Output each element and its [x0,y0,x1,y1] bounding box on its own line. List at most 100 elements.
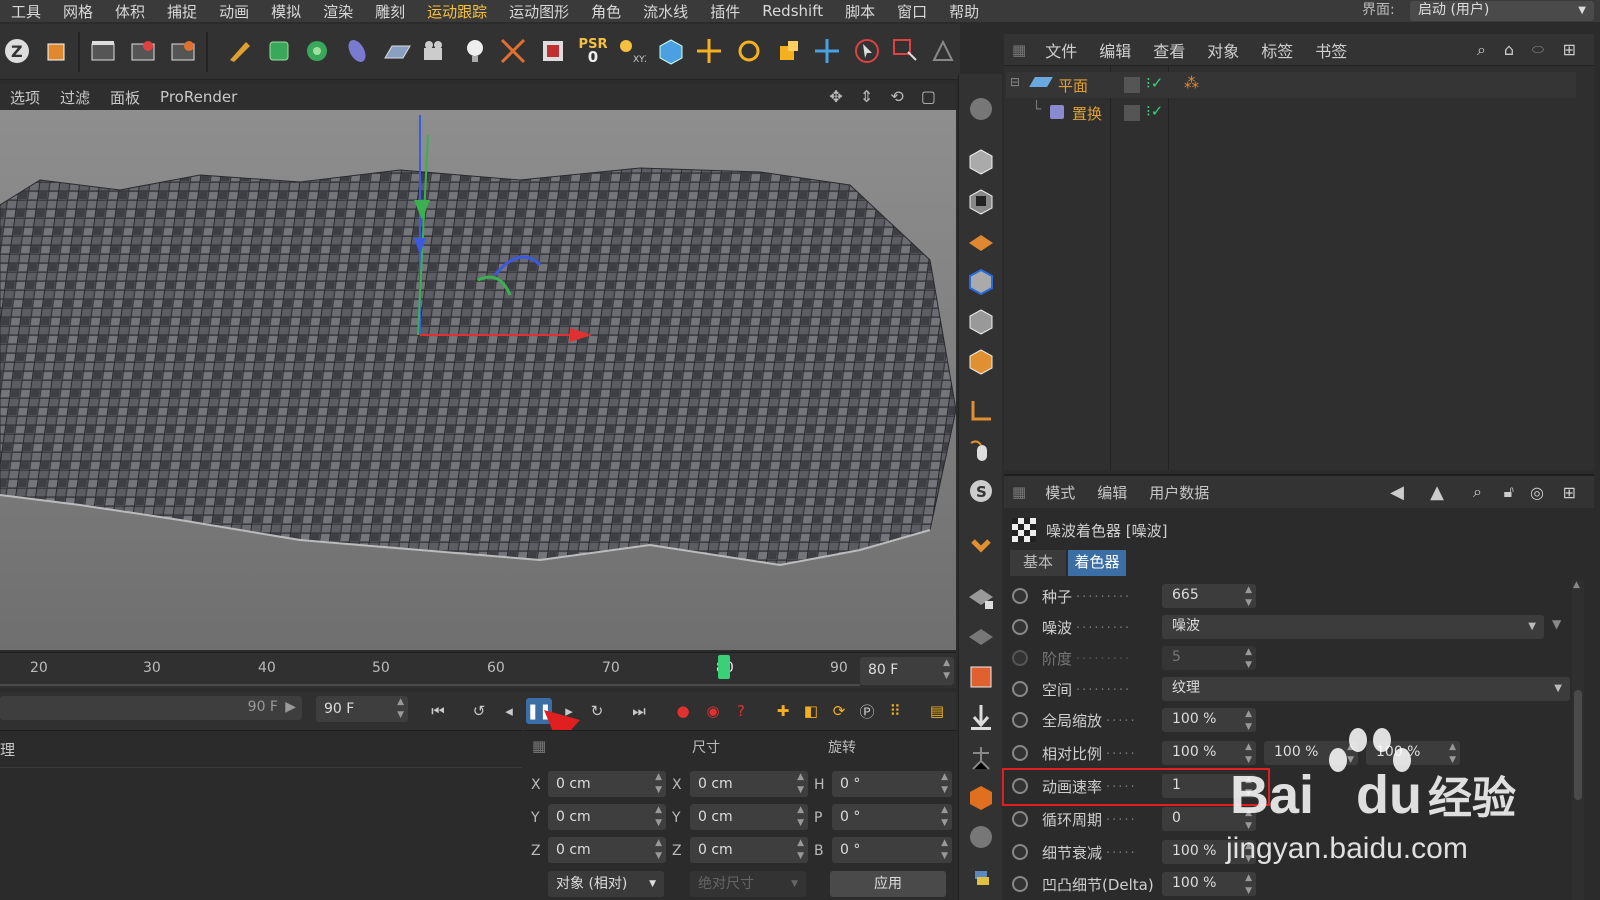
om-menu-view[interactable]: 查看 [1142,38,1196,62]
lasso-selection-icon[interactable] [926,34,960,68]
previous-frame-icon[interactable]: ◂ [496,698,522,724]
model-mode-icon[interactable] [964,144,998,178]
undo-icon[interactable]: Z [0,34,34,68]
search-icon[interactable]: ⌕ [1477,40,1486,60]
noise-preview-toggle-icon[interactable]: ▼ [1552,617,1561,631]
size-z-field[interactable]: 0 cm ▲ ▼ [690,837,808,863]
render-view-icon[interactable] [86,34,120,68]
size-x-field[interactable]: 0 cm ▲ ▼ [690,771,808,797]
menu-help[interactable]: 帮助 [938,1,990,22]
space-select[interactable]: 纹理 ▼ [1162,677,1570,701]
apply-button[interactable]: 应用 [830,871,946,897]
edges-mode-icon[interactable] [964,304,998,338]
character-icon[interactable] [964,740,998,774]
viewport-nav-icons[interactable]: ✥ ⇕ ⟲ ▢ [829,87,942,106]
sculpt-icon[interactable] [964,820,998,854]
animate-toggle[interactable] [1012,876,1028,892]
om-menu-tags[interactable]: 标签 [1250,38,1304,62]
polygons-mode-icon[interactable] [964,344,998,378]
previous-key-icon[interactable]: ↺ [466,698,492,724]
drop-to-floor-icon[interactable] [964,700,998,734]
symmetry-icon[interactable] [496,34,530,68]
rotation-p-field[interactable]: 0 ° ▲ ▼ [832,804,952,830]
points-mode-icon[interactable] [964,264,998,298]
move-icon[interactable] [692,34,726,68]
end-frame-field[interactable]: 90 F ▲ ▼ [316,696,408,722]
floor-icon[interactable] [380,34,414,68]
timeline-window-icon[interactable]: ▤ [924,698,950,724]
animate-toggle[interactable] [1012,681,1028,697]
texture-icon[interactable] [536,34,570,68]
bake-icon[interactable] [964,780,998,814]
animate-toggle[interactable] [1012,844,1028,860]
go-to-start-icon[interactable]: ⏮ [425,698,451,724]
octaves-field[interactable]: 5 ▲ ▼ [1162,646,1256,670]
search-icon[interactable]: ⌕ [1473,482,1482,502]
key-position-icon[interactable]: ✚ [770,698,796,724]
visibility-icon[interactable] [1124,77,1140,93]
layout-select[interactable]: 启动 (用户) ▼ [1410,1,1594,21]
menu-volume[interactable]: 体积 [104,1,156,22]
texture-mode-icon[interactable] [964,184,998,218]
menu-simulate[interactable]: 模拟 [260,1,312,22]
menu-redshift[interactable]: Redshift [751,2,834,20]
menu-snap[interactable]: 捕捉 [156,1,208,22]
om-menu-edit[interactable]: 编辑 [1088,38,1142,62]
keyframe-selection-icon[interactable]: ? [728,698,754,724]
visibility-icon[interactable] [1124,105,1140,121]
key-parameter-icon[interactable]: Ⓟ [854,698,880,724]
position-z-field[interactable]: 0 cm ▲ ▼ [548,837,666,863]
attribute-scrollbar[interactable]: ▲ [1572,580,1584,900]
3d-viewport[interactable] [0,110,956,650]
back-arrow-icon[interactable]: ◀ [1390,482,1404,503]
workplane-icon[interactable] [964,224,998,258]
render-picture-viewer-icon[interactable] [126,34,160,68]
viewport-menu-prorender[interactable]: ProRender [150,88,247,106]
menu-animate[interactable]: 动画 [208,1,260,22]
attr-menu-user-data[interactable]: 用户数据 [1138,482,1220,503]
sphere-icon[interactable] [964,92,998,126]
animate-toggle[interactable] [1012,619,1028,635]
om-menu-file[interactable]: 文件 [1034,38,1088,62]
cube-icon[interactable] [654,34,688,68]
flower-generator-icon[interactable] [300,34,334,68]
up-arrow-icon[interactable]: ▲ [1430,482,1444,503]
menu-window[interactable]: 窗口 [886,1,938,22]
new-panel-icon[interactable]: ⊞ [1563,483,1576,502]
viewport-menu-filter[interactable]: 过滤 [50,87,100,108]
rotate-icon[interactable] [732,34,766,68]
om-menu-bookmarks[interactable]: 书签 [1304,38,1358,62]
delta-field[interactable]: 100 % ▲ ▼ [1162,872,1256,896]
pen-icon[interactable] [222,34,256,68]
seed-field[interactable]: 665 ▲ ▼ [1162,584,1256,608]
position-y-field[interactable]: 0 cm ▲ ▼ [548,804,666,830]
deformer-icon[interactable] [340,34,374,68]
size-mode-select[interactable]: 绝对尺寸 ▼ [690,871,806,897]
cloner-icon[interactable] [262,34,296,68]
render-region-icon[interactable] [964,660,998,694]
animate-toggle[interactable] [1012,588,1028,604]
toggle-icon[interactable]: ⬭ [1532,42,1544,58]
menu-character[interactable]: 角色 [580,1,632,22]
viewport-menu-panel[interactable]: 面板 [100,87,150,108]
animate-toggle[interactable] [1012,811,1028,827]
om-menu-objects[interactable]: 对象 [1196,38,1250,62]
object-row-plane[interactable]: ⊟ 平面 ⁝✓ ⁂ [1006,72,1576,98]
animate-toggle[interactable] [1012,712,1028,728]
key-scale-icon[interactable]: ◧ [798,698,824,724]
menu-tools[interactable]: 工具 [0,1,52,22]
menu-render[interactable]: 渲染 [312,1,364,22]
viewport-menu-options[interactable]: 选项 [0,87,50,108]
record-keys-icon[interactable]: ● [670,698,696,724]
scale-icon[interactable] [772,34,806,68]
menu-plugins[interactable]: 插件 [699,1,751,22]
timeline-ruler[interactable]: 20 30 40 50 60 70 80 90 [0,652,956,688]
attr-menu-mode[interactable]: 模式 [1034,482,1086,503]
checkmark-icon[interactable]: ⁝✓ [1146,102,1163,120]
render-settings-icon[interactable] [166,34,200,68]
tree-collapse-icon[interactable]: ⊟ [1010,75,1020,89]
playhead[interactable] [718,655,730,679]
auto-key-icon[interactable]: ◉ [700,698,726,724]
light-icon[interactable] [458,34,492,68]
move-tool-icon[interactable] [810,34,844,68]
